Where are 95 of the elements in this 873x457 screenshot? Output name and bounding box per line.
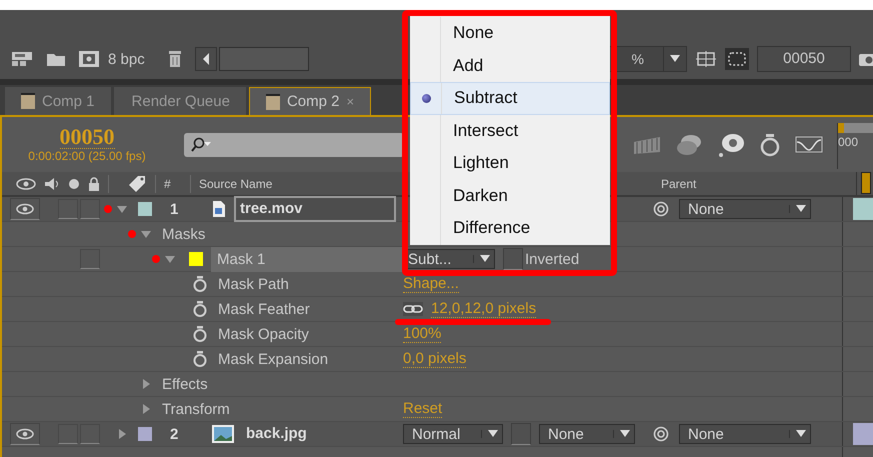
switch-box[interactable]	[80, 249, 100, 269]
layer-number: 1	[170, 200, 180, 218]
stopwatch-icon[interactable]	[192, 350, 208, 368]
timecode-text: 0:00:02:00 (25.00 fps)	[28, 149, 146, 163]
expand-arrow-icon[interactable]	[140, 403, 152, 415]
folder-icon[interactable]	[46, 51, 66, 67]
speech-bubble-icon[interactable]	[716, 132, 746, 158]
property-value[interactable]: 12,0,12,0 pixels	[431, 300, 536, 318]
mask-name[interactable]: Mask 1	[211, 246, 403, 272]
group-label[interactable]: Transform	[162, 400, 230, 418]
layer-name[interactable]: tree.mov	[234, 196, 396, 222]
parent-column-header[interactable]: Parent	[661, 176, 696, 190]
layers-icon[interactable]	[674, 132, 704, 156]
property-value[interactable]: 0,0 pixels	[403, 350, 466, 368]
switch-box[interactable]	[58, 424, 78, 444]
left-arrow-icon	[202, 53, 210, 65]
parent-dropdown[interactable]: None	[679, 424, 811, 444]
track-matte-dropdown[interactable]: None	[539, 424, 635, 444]
solo-icon	[68, 178, 80, 190]
property-value[interactable]: Reset	[403, 400, 442, 418]
property-label: Mask Opacity	[218, 326, 309, 342]
caret-icon	[789, 430, 806, 438]
property-label: Mask Path	[218, 276, 289, 292]
source-name-header[interactable]: Source Name	[199, 176, 272, 190]
comp-tab[interactable]: Comp 1	[5, 87, 111, 115]
parent-dropdown[interactable]: None	[679, 199, 811, 219]
ruler-label: 000	[838, 135, 858, 149]
zoom-dropdown-button[interactable]	[663, 46, 687, 72]
caret-icon	[670, 55, 680, 63]
grid-icon[interactable]	[695, 50, 717, 68]
image-icon	[212, 425, 234, 443]
visibility-toggle[interactable]	[10, 198, 40, 220]
switch-box[interactable]	[58, 199, 78, 219]
switch-box[interactable]	[80, 424, 100, 444]
scroll-left-button[interactable]	[194, 47, 217, 71]
pick-whip-icon[interactable]	[653, 426, 669, 442]
time-indicator-handle[interactable]	[861, 172, 871, 194]
layer-number: 2	[170, 426, 180, 442]
visibility-toggle[interactable]	[10, 423, 40, 445]
lock-icon	[88, 176, 100, 190]
label-swatch[interactable]	[189, 252, 203, 266]
preserve-checkbox[interactable]	[511, 423, 531, 445]
inverted-label: Inverted	[525, 250, 580, 268]
property-value[interactable]: Shape...	[403, 276, 459, 292]
menu-item[interactable]: Darken	[410, 180, 610, 212]
speaker-icon	[44, 176, 60, 190]
label-swatch[interactable]	[138, 427, 152, 441]
menu-item[interactable]: Lighten	[410, 147, 610, 180]
trash-icon[interactable]	[166, 50, 183, 68]
film-icon[interactable]	[78, 50, 100, 68]
group-label[interactable]: Masks	[162, 226, 206, 242]
expand-arrow-icon[interactable]	[164, 253, 176, 265]
label-swatch[interactable]	[138, 202, 152, 216]
caret-icon	[473, 255, 490, 263]
link-icon[interactable]	[403, 302, 423, 316]
expand-arrow-icon[interactable]	[140, 378, 152, 390]
frame-field[interactable]: 00050	[757, 46, 851, 72]
menu-item[interactable]: Intersect	[410, 114, 610, 147]
inverted-checkbox[interactable]	[503, 248, 523, 270]
stopwatch-icon[interactable]	[192, 275, 208, 293]
stopwatch-icon[interactable]	[758, 132, 782, 158]
layer-name: back.jpg	[245, 424, 308, 444]
label-tag-icon	[127, 174, 147, 192]
menu-item[interactable]: Subtract	[410, 82, 610, 114]
expand-arrow-icon[interactable]	[116, 428, 128, 440]
graph-icon[interactable]	[794, 134, 824, 156]
stopwatch-icon[interactable]	[192, 325, 208, 343]
eye-icon	[16, 176, 36, 190]
comp-tab[interactable]: Render Queue	[114, 87, 246, 115]
search-icon	[190, 136, 212, 152]
pick-whip-icon[interactable]	[653, 201, 669, 217]
expand-arrow-icon[interactable]	[140, 228, 152, 240]
region-icon[interactable]	[725, 48, 749, 70]
eye-icon	[16, 203, 34, 215]
flowchart-icon[interactable]	[10, 50, 34, 68]
current-frame[interactable]: 00050	[60, 126, 114, 149]
expand-arrow-icon[interactable]	[116, 203, 128, 215]
file-icon	[212, 200, 226, 218]
switch-box[interactable]	[80, 199, 100, 219]
scroll-thumb[interactable]	[218, 47, 309, 71]
blend-mode-dropdown[interactable]: Normal	[403, 424, 503, 444]
caret-icon	[789, 205, 806, 213]
menu-item[interactable]: Difference	[410, 212, 610, 244]
bit-depth[interactable]: 8 bpc	[108, 50, 145, 68]
caret-icon	[481, 430, 498, 438]
group-label[interactable]: Effects	[162, 376, 208, 392]
search-field[interactable]	[184, 132, 404, 156]
caret-icon	[613, 430, 630, 438]
menu-item[interactable]: None	[410, 17, 610, 50]
property-label: Mask Expansion	[218, 350, 328, 368]
comp-tab[interactable]: Comp 2 ×	[248, 87, 372, 115]
eye-icon	[16, 428, 34, 440]
stopwatch-icon[interactable]	[192, 300, 208, 318]
property-label: Mask Feather	[218, 300, 310, 318]
number-column-header[interactable]: #	[164, 176, 182, 190]
